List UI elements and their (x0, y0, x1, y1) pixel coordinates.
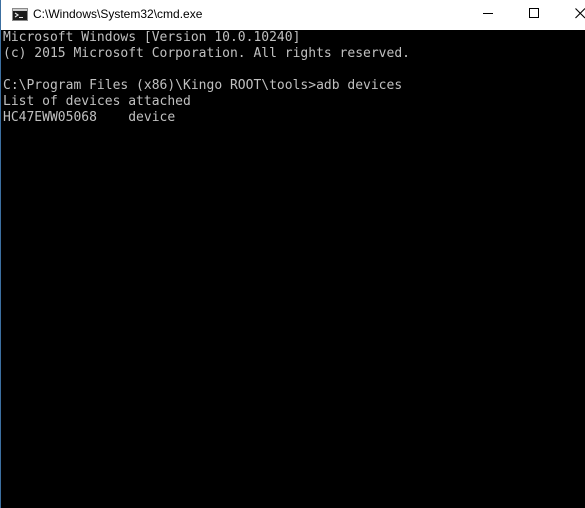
console-line: HC47EWW05068 device (3, 110, 176, 125)
minimize-icon (482, 6, 494, 24)
window-title: C:\Windows\System32\cmd.exe (33, 7, 203, 21)
console-line: C:\Program Files (x86)\Kingo ROOT\tools>… (3, 78, 403, 93)
cmd-window: C:\Windows\System32\cmd.exe Microsoft Wi… (0, 0, 585, 508)
minimize-button[interactable] (465, 0, 511, 30)
console-line: List of devices attached (3, 94, 191, 109)
console-output[interactable]: Microsoft Windows [Version 10.0.10240] (… (1, 30, 585, 508)
console-line: (c) 2015 Microsoft Corporation. All righ… (3, 46, 410, 61)
close-button[interactable] (557, 0, 585, 30)
console-line: Microsoft Windows [Version 10.0.10240] (3, 30, 301, 45)
maximize-icon (528, 6, 540, 24)
title-bar[interactable]: C:\Windows\System32\cmd.exe (1, 0, 585, 30)
cmd-icon[interactable] (12, 8, 28, 21)
close-icon (575, 6, 585, 24)
maximize-button[interactable] (511, 0, 557, 30)
